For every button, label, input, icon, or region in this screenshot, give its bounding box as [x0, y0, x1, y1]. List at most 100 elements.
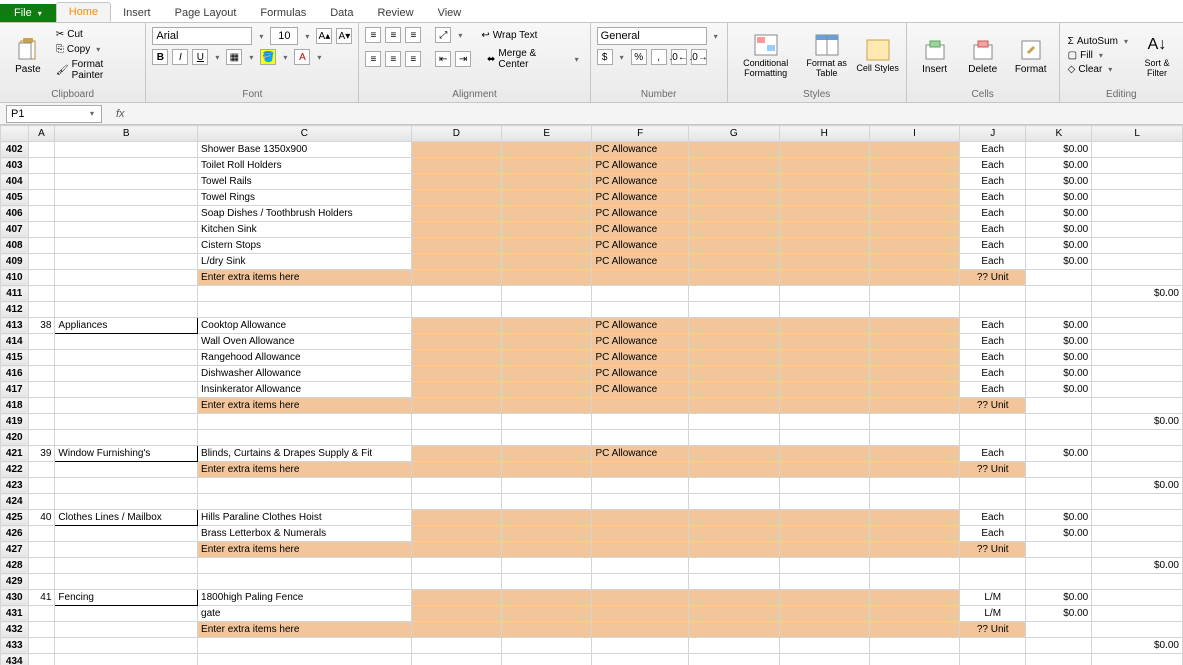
align-top-button[interactable]: ≡: [365, 27, 381, 43]
cell[interactable]: [779, 302, 869, 318]
row-header[interactable]: 434: [1, 654, 29, 665]
unit[interactable]: L/M: [959, 590, 1026, 606]
cell[interactable]: [959, 558, 1026, 574]
cell[interactable]: [411, 446, 501, 462]
cell[interactable]: [779, 222, 869, 238]
format-painter-button[interactable]: 🖌Format Painter: [54, 58, 140, 82]
cell[interactable]: [198, 558, 412, 574]
cell[interactable]: [502, 142, 592, 158]
cell[interactable]: [411, 302, 501, 318]
cell[interactable]: [411, 510, 501, 526]
cell[interactable]: [688, 606, 779, 622]
cell[interactable]: $0.00: [1092, 286, 1183, 302]
cell[interactable]: [688, 222, 779, 238]
cell[interactable]: [688, 414, 779, 430]
cell[interactable]: [502, 446, 592, 462]
allowance[interactable]: PC Allowance: [592, 206, 689, 222]
row-header[interactable]: 429: [1, 574, 29, 590]
section-title[interactable]: Clothes Lines / Mailbox: [55, 510, 198, 526]
cell[interactable]: $0.00: [1092, 478, 1183, 494]
cell[interactable]: [55, 430, 198, 446]
cell[interactable]: [688, 334, 779, 350]
cell[interactable]: [869, 558, 959, 574]
cell[interactable]: [1092, 494, 1183, 510]
section-num[interactable]: [28, 366, 55, 382]
allowance[interactable]: [592, 622, 689, 638]
row-header[interactable]: 415: [1, 350, 29, 366]
cell[interactable]: [1092, 430, 1183, 446]
cell[interactable]: [869, 302, 959, 318]
tab-home[interactable]: Home: [56, 2, 111, 22]
cell[interactable]: [411, 190, 501, 206]
conditional-formatting-button[interactable]: Conditional Formatting: [734, 27, 798, 83]
section-title[interactable]: [55, 622, 198, 638]
cell[interactable]: [688, 398, 779, 414]
cell[interactable]: [959, 638, 1026, 654]
unit[interactable]: ?? Unit: [959, 270, 1026, 286]
col-header-A[interactable]: A: [28, 126, 55, 142]
section-num[interactable]: [28, 606, 55, 622]
cell[interactable]: [779, 174, 869, 190]
cell[interactable]: [688, 366, 779, 382]
cell[interactable]: [869, 574, 959, 590]
cell[interactable]: [28, 302, 55, 318]
cell[interactable]: [502, 574, 592, 590]
unit[interactable]: ?? Unit: [959, 398, 1026, 414]
cell[interactable]: [502, 542, 592, 558]
section-title[interactable]: [55, 238, 198, 254]
cell[interactable]: [779, 510, 869, 526]
cell[interactable]: [869, 270, 959, 286]
item-desc[interactable]: Towel Rings: [198, 190, 412, 206]
cell[interactable]: [502, 478, 592, 494]
cell[interactable]: [869, 318, 959, 334]
cell[interactable]: [779, 366, 869, 382]
cell[interactable]: [411, 638, 501, 654]
cell[interactable]: [688, 174, 779, 190]
fx-icon[interactable]: fx: [108, 108, 133, 120]
cell[interactable]: [55, 654, 198, 665]
cell[interactable]: [779, 606, 869, 622]
cell[interactable]: [411, 590, 501, 606]
section-title[interactable]: [55, 366, 198, 382]
item-desc[interactable]: Hills Paraline Clothes Hoist: [198, 510, 412, 526]
cell[interactable]: [869, 462, 959, 478]
cell[interactable]: [1092, 270, 1183, 286]
section-num[interactable]: [28, 158, 55, 174]
format-as-table-button[interactable]: Format as Table: [802, 27, 852, 83]
cell[interactable]: [55, 558, 198, 574]
cell[interactable]: [198, 430, 412, 446]
cell[interactable]: [411, 334, 501, 350]
number-format-select[interactable]: [597, 27, 707, 45]
cell[interactable]: [779, 622, 869, 638]
row-header[interactable]: 408: [1, 238, 29, 254]
amount[interactable]: $0.00: [1026, 382, 1092, 398]
indent-inc-button[interactable]: ⇥: [455, 51, 471, 67]
unit[interactable]: Each: [959, 190, 1026, 206]
section-title[interactable]: [55, 158, 198, 174]
allowance[interactable]: [592, 590, 689, 606]
font-size-select[interactable]: [270, 27, 298, 45]
cell[interactable]: [869, 174, 959, 190]
cell[interactable]: [688, 654, 779, 665]
cell[interactable]: [1026, 478, 1092, 494]
section-num[interactable]: [28, 142, 55, 158]
allowance[interactable]: PC Allowance: [592, 222, 689, 238]
cell[interactable]: [1092, 446, 1183, 462]
unit[interactable]: Each: [959, 446, 1026, 462]
cell[interactable]: [779, 558, 869, 574]
tab-formulas[interactable]: Formulas: [248, 4, 318, 22]
cell[interactable]: [411, 462, 501, 478]
cell[interactable]: [688, 238, 779, 254]
col-header-K[interactable]: K: [1026, 126, 1092, 142]
section-title[interactable]: [55, 398, 198, 414]
cell[interactable]: [869, 238, 959, 254]
indent-dec-button[interactable]: ⇤: [435, 51, 451, 67]
section-num[interactable]: [28, 398, 55, 414]
cell[interactable]: [779, 142, 869, 158]
section-num[interactable]: [28, 462, 55, 478]
cell[interactable]: [198, 574, 412, 590]
cell[interactable]: [502, 254, 592, 270]
allowance[interactable]: [592, 462, 689, 478]
cell[interactable]: [1026, 638, 1092, 654]
unit[interactable]: Each: [959, 366, 1026, 382]
